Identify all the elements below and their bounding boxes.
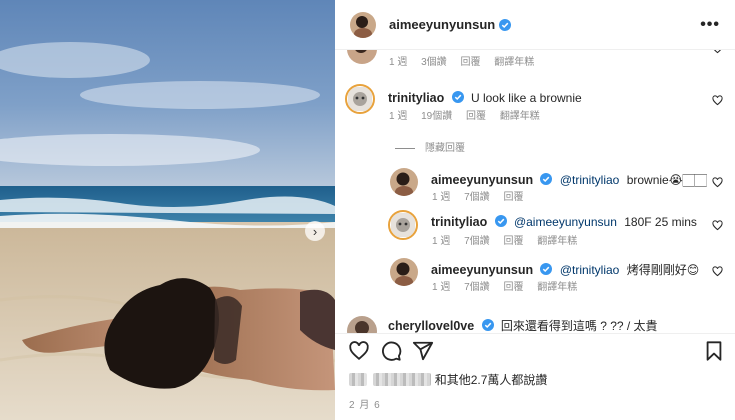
translate-button[interactable]: 翻譯年糕: [500, 111, 540, 122]
reply-mention[interactable]: @trinityliao: [560, 263, 620, 277]
reply-likes[interactable]: 7個讚: [464, 236, 490, 247]
reply-mention[interactable]: @trinityliao: [560, 173, 620, 187]
reply-item: aimeeyunyunsun @trinityliao brownie😭🏻🏻 1…: [335, 168, 735, 206]
action-bar: [335, 333, 735, 365]
reply-button[interactable]: 回覆: [460, 57, 480, 68]
comment-time: 1 週: [389, 111, 408, 122]
like-reply-heart-icon[interactable]: [712, 220, 723, 231]
comment-item: cheryllovel0ve 回來還看得到這嗎 ? ?? / 太貴: [335, 316, 735, 333]
comment-text: 回來還看得到這嗎 ? ?? / 太貴: [500, 319, 658, 333]
post-panel: aimeeyunyunsun ••• 1 週 3個讚 回覆 翻譯年糕 trini…: [335, 0, 735, 420]
comments-list: 1 週 3個讚 回覆 翻譯年糕 trinityliao U look like …: [335, 50, 735, 333]
comment-username[interactable]: cheryllovel0ve: [388, 319, 474, 333]
like-reply-heart-icon[interactable]: [712, 177, 723, 188]
reply-meta: 1 週 7個讚 回覆 翻譯年糕: [432, 282, 588, 294]
reply-line: trinityliao @aimeeyunyunsun 180F 25 mins: [431, 214, 697, 230]
commenter-avatar[interactable]: [347, 316, 377, 333]
verified-icon: [481, 319, 494, 331]
bookmark-icon[interactable]: [703, 340, 725, 362]
reply-text: 180F 25 mins: [624, 215, 697, 229]
translate-button[interactable]: 翻譯年糕: [537, 282, 577, 293]
heart-icon[interactable]: [348, 340, 370, 362]
liker-name-blurred[interactable]: [373, 373, 432, 386]
next-photo-button[interactable]: ›: [305, 221, 325, 241]
reply-line: aimeeyunyunsun @trinityliao brownie😭🏻🏻: [431, 172, 707, 188]
like-reply-heart-icon[interactable]: [712, 266, 723, 277]
reply-time: 1 週: [432, 236, 451, 247]
comment-line: cheryllovel0ve 回來還看得到這嗎 ? ?? / 太貴: [388, 318, 658, 333]
reply-button[interactable]: 回覆: [503, 236, 523, 247]
comment-item: trinityliao U look like a brownie 1 週 19…: [335, 84, 735, 154]
comment-line: trinityliao U look like a brownie: [388, 90, 582, 106]
beach-photo: [0, 0, 335, 420]
hide-replies-button[interactable]: 隱藏回覆: [395, 139, 465, 154]
like-comment-heart-icon[interactable]: [712, 50, 723, 54]
post-header: aimeeyunyunsun •••: [335, 0, 735, 50]
divider-line: [395, 147, 415, 149]
author-username[interactable]: aimeeyunyunsun: [389, 17, 495, 32]
hide-replies-label: 隱藏回覆: [425, 143, 465, 154]
verified-icon: [494, 215, 507, 227]
verified-icon: [499, 18, 512, 31]
commenter-avatar[interactable]: [345, 84, 375, 114]
comment-icon[interactable]: [380, 340, 402, 362]
translate-button[interactable]: 翻譯年糕: [494, 57, 534, 68]
comment-meta: 1 週 3個讚 回覆 翻譯年糕: [389, 57, 545, 69]
reply-button[interactable]: 回覆: [503, 192, 523, 203]
reply-mention[interactable]: @aimeeyunyunsun: [514, 215, 617, 229]
reply-username[interactable]: aimeeyunyunsun: [431, 173, 533, 187]
comment-likes[interactable]: 19個讚: [421, 111, 452, 122]
verified-icon: [540, 173, 553, 185]
reply-meta: 1 週 7個讚 回覆 翻譯年糕: [432, 236, 588, 248]
reply-meta: 1 週 7個讚 回覆: [432, 192, 534, 204]
reply-button[interactable]: 回覆: [503, 282, 523, 293]
likes-count-text[interactable]: 和其他2.7萬人都說讚: [435, 373, 548, 387]
reply-item: aimeeyunyunsun @trinityliao 烤得剛剛好😊 1 週 7…: [335, 258, 735, 298]
commenter-avatar[interactable]: [388, 210, 418, 240]
comment-item: 1 週 3個讚 回覆 翻譯年糕: [335, 50, 735, 76]
reply-time: 1 週: [432, 192, 451, 203]
reply-username[interactable]: trinityliao: [431, 215, 487, 229]
share-icon[interactable]: [412, 340, 434, 362]
comment-text: U look like a brownie: [470, 91, 582, 105]
reply-item: trinityliao @aimeeyunyunsun 180F 25 mins…: [335, 210, 735, 250]
reply-time: 1 週: [432, 282, 451, 293]
verified-icon: [540, 263, 553, 275]
commenter-avatar[interactable]: [390, 168, 418, 196]
reply-button[interactable]: 回覆: [466, 111, 486, 122]
reply-likes[interactable]: 7個讚: [464, 282, 490, 293]
translate-button[interactable]: 翻譯年糕: [537, 236, 577, 247]
reply-username[interactable]: aimeeyunyunsun: [431, 263, 533, 277]
comment-time: 1 週: [389, 57, 408, 68]
commenter-avatar[interactable]: [347, 50, 377, 64]
post-photo: ›: [0, 0, 335, 420]
reply-likes[interactable]: 7個讚: [464, 192, 490, 203]
likes-summary: 和其他2.7萬人都說讚: [349, 371, 547, 388]
verified-icon: [451, 91, 464, 103]
reply-line: aimeeyunyunsun @trinityliao 烤得剛剛好😊: [431, 262, 699, 278]
reply-text: 烤得剛剛好😊: [626, 263, 700, 277]
comment-meta: 1 週 19個讚 回覆 翻譯年糕: [389, 111, 551, 123]
liker-avatar-blurred: [349, 373, 367, 386]
author-avatar[interactable]: [350, 11, 376, 38]
comment-username[interactable]: trinityliao: [388, 91, 444, 105]
more-options-button[interactable]: •••: [700, 17, 720, 33]
post-date[interactable]: 2 月 6: [349, 396, 381, 411]
comment-likes[interactable]: 3個讚: [421, 57, 447, 68]
reply-text: brownie😭🏻🏻: [626, 173, 707, 187]
like-comment-heart-icon[interactable]: [712, 95, 723, 106]
commenter-avatar[interactable]: [390, 258, 418, 286]
